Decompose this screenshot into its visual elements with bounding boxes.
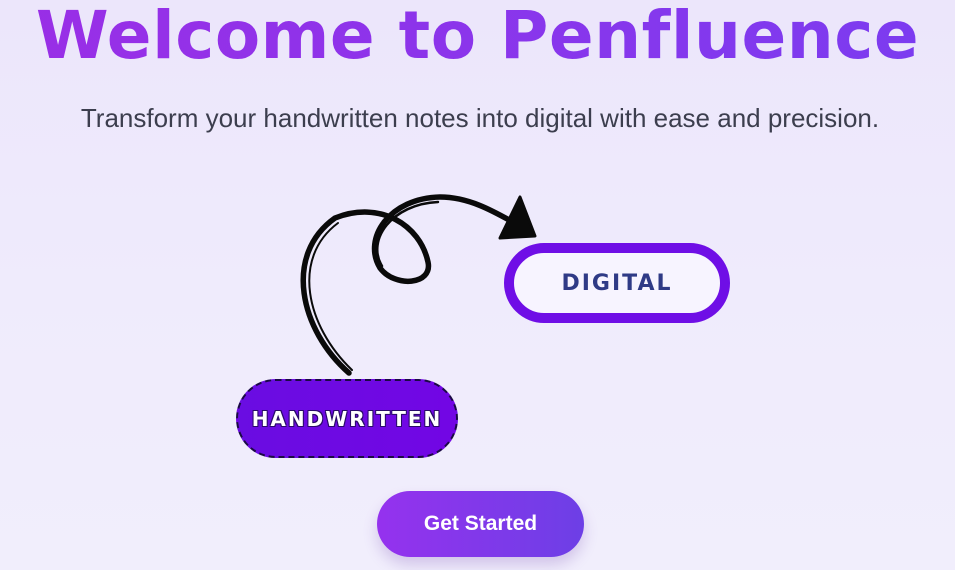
digital-badge: DIGITAL [504,243,730,323]
handwritten-badge: HANDWRITTEN [236,379,458,458]
get-started-button[interactable]: Get Started [377,491,584,557]
digital-label: DIGITAL [561,270,673,296]
handwritten-label: HANDWRITTEN [251,406,443,431]
loop-arrow-icon [300,194,537,376]
